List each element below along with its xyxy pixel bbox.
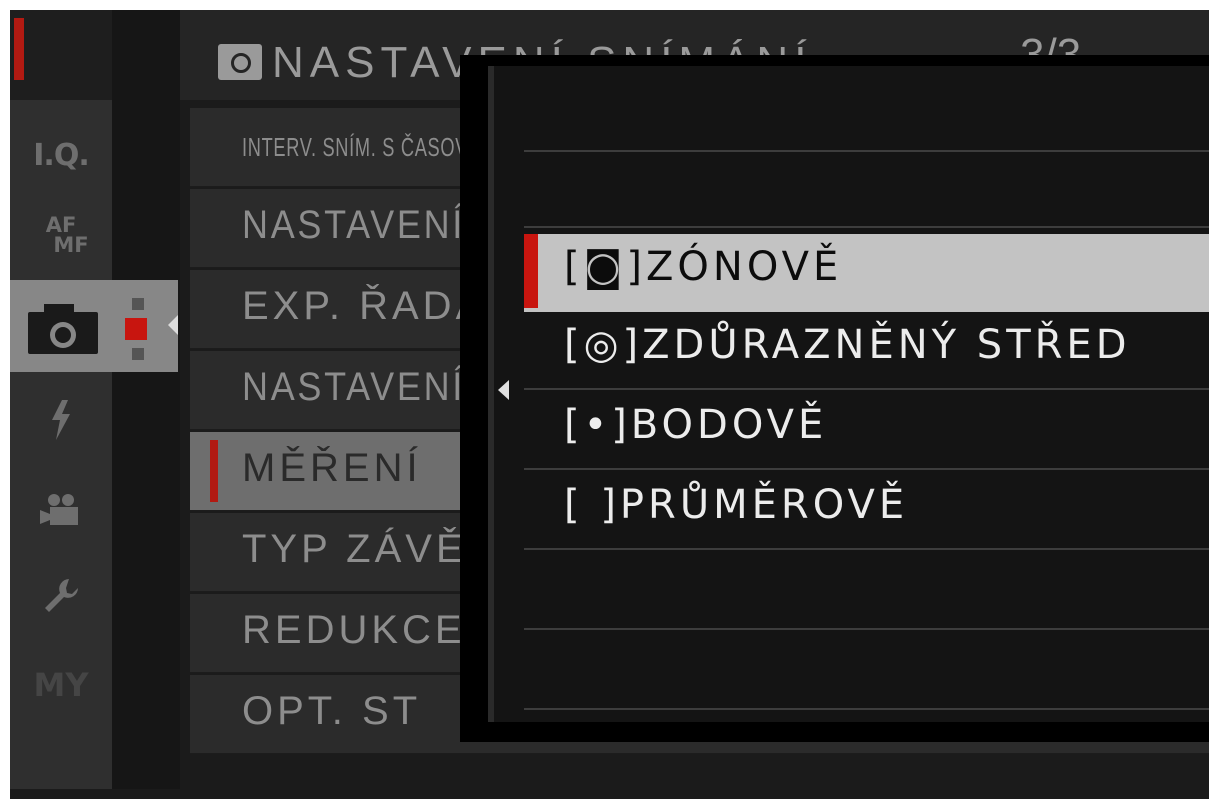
- option-average[interactable]: [ ]PRŮMĚROVĚ: [524, 472, 1209, 550]
- option-spot[interactable]: [•]BODOVĚ: [524, 392, 1209, 470]
- option-empty: [524, 632, 1209, 710]
- option-empty: [524, 552, 1209, 630]
- option-empty: [524, 74, 1209, 152]
- setup-category-icon[interactable]: [10, 565, 112, 625]
- iq-category-icon[interactable]: I.Q.: [10, 125, 112, 185]
- option-center-weighted[interactable]: [◎]ZDŮRAZNĚNÝ STŘED: [524, 312, 1209, 390]
- rail-gap: [112, 10, 180, 789]
- my-menu-category-icon[interactable]: MY: [10, 655, 112, 715]
- option-empty: [524, 150, 1209, 228]
- rail-marker: [14, 18, 24, 80]
- rail-top: [10, 10, 112, 100]
- flash-category-icon[interactable]: [10, 390, 112, 450]
- shooting-category-selected[interactable]: [10, 280, 178, 372]
- popup-pointer-icon: [498, 380, 509, 400]
- camera-icon: [28, 298, 147, 360]
- afmf-category-icon[interactable]: AF MF: [10, 200, 112, 270]
- option-multi-zone[interactable]: [◙]ZÓNOVĚ: [524, 234, 1209, 312]
- movie-category-icon[interactable]: [10, 480, 112, 540]
- rail-pointer-icon: [168, 315, 178, 335]
- camera-icon: [218, 44, 262, 80]
